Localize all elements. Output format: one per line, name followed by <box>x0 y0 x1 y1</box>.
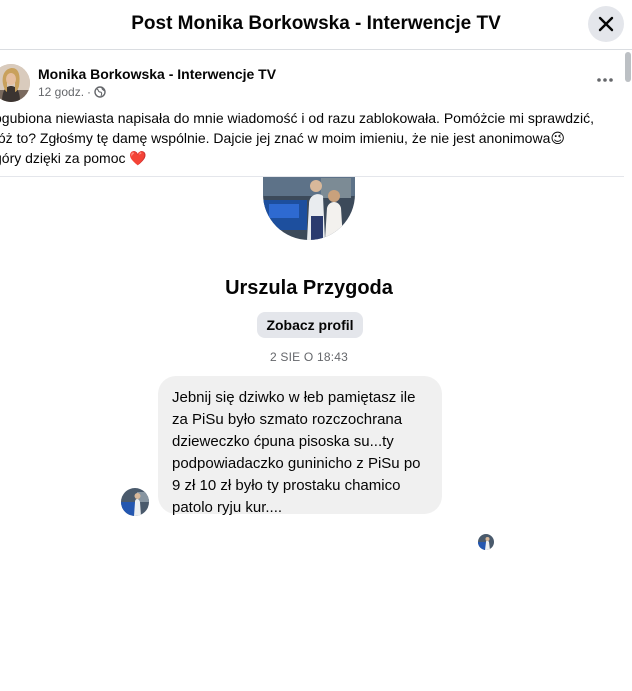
message-line: podpowiadaczko guninicho z PiSu po <box>172 455 421 472</box>
globe-icon <box>94 86 106 98</box>
post-text: ogubiona niewiasta napisała do mnie wiad… <box>0 108 614 168</box>
meta-separator: · <box>87 85 92 99</box>
author-name[interactable]: Monika Borkowska - Interwencje TV <box>38 66 276 82</box>
post-image[interactable]: Urszula Przygoda Zobacz profil 2 SIE O 1… <box>0 177 624 691</box>
message-line: patolo ryju kur.... <box>172 499 283 516</box>
author-avatar[interactable] <box>0 64 30 102</box>
view-profile-button: Zobacz profil <box>257 312 363 338</box>
dialog-title: Post Monika Borkowska - Interwencje TV <box>131 13 501 34</box>
post-header: Monika Borkowska - Interwencje TV 12 god… <box>0 60 620 104</box>
post-time[interactable]: 12 godz. <box>38 85 84 99</box>
message-line: dzieweczko ćpuna pisoska su...ty <box>172 433 394 450</box>
message-timestamp: 2 SIE O 18:43 <box>270 350 348 364</box>
seen-indicator-avatar <box>478 534 494 550</box>
post-text-line: tóż to? Zgłośmy tę damę wspólnie. Dajcie… <box>0 130 565 146</box>
post-text-line: góry dzięki za pomoc ❤️ <box>0 150 147 166</box>
scrollbar[interactable] <box>625 52 631 691</box>
message-line: za PiSu było szmato rozczochrana <box>172 411 403 428</box>
more-horizontal-icon <box>597 78 613 82</box>
message-line: 9 zł 10 zł było ty prostaku chamico <box>172 477 401 494</box>
post-meta: 12 godz. · <box>38 85 106 99</box>
contact-name: Urszula Przygoda <box>225 277 393 299</box>
close-button[interactable] <box>588 6 624 42</box>
post-text-line: ogubiona niewiasta napisała do mnie wiad… <box>0 110 594 126</box>
scrollbar-thumb[interactable] <box>625 52 631 82</box>
more-options-button[interactable] <box>592 70 618 90</box>
contact-profile-photo <box>263 177 355 240</box>
close-icon <box>598 16 614 32</box>
message-line: Jebnij się dziwko w łeb pamiętasz ile <box>172 389 416 406</box>
sender-avatar <box>121 488 149 516</box>
dialog-header: Post Monika Borkowska - Interwencje TV <box>0 0 632 50</box>
message-bubble: Jebnij się dziwko w łeb pamiętasz ile za… <box>158 376 442 516</box>
